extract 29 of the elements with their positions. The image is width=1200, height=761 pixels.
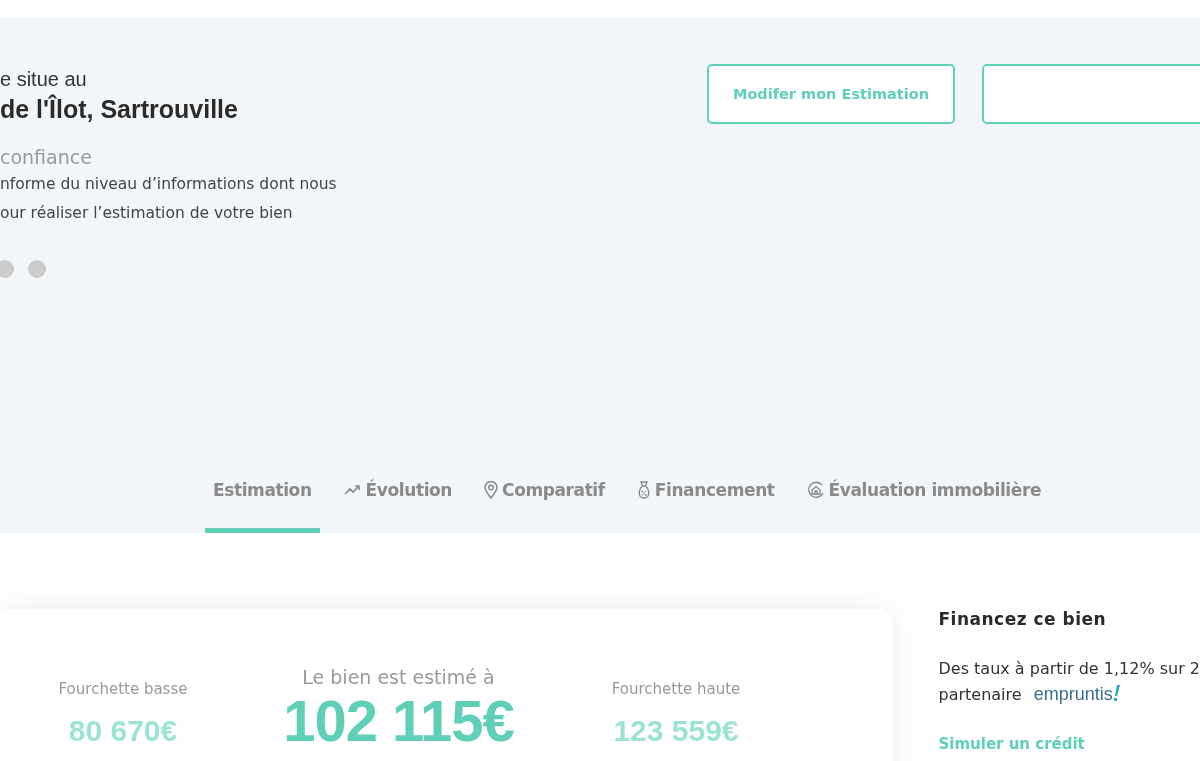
simulate-credit-link[interactable]: Simuler un crédit xyxy=(938,735,1200,753)
confidence-title: confiance xyxy=(0,146,93,168)
edit-estimate-button[interactable]: Modifer mon Estimation xyxy=(707,64,955,124)
high-range-label: Fourchette haute xyxy=(611,680,741,698)
confidence-text: nforme du niveau d’informations dont nous xyxy=(0,174,337,195)
carousel-dot[interactable] xyxy=(28,260,46,278)
low-range-value: 80 670€ xyxy=(68,714,178,748)
tab[interactable]: Évolution xyxy=(335,469,461,533)
tab[interactable]: Comparatif xyxy=(476,469,613,533)
high-range-value: 123 559€ xyxy=(613,714,739,748)
carousel-dot[interactable] xyxy=(0,260,14,278)
confidence-text: our réaliser l’estimation de votre bien xyxy=(0,203,294,224)
house-circle-icon xyxy=(806,480,825,499)
financing-title: Financez ce bien xyxy=(938,609,1108,629)
money-bag-icon xyxy=(636,480,651,499)
outline-button[interactable] xyxy=(982,64,1200,124)
address-title: de l'Îlot, Sartrouville xyxy=(0,95,239,124)
estimate-label: Le bien est estimé à xyxy=(302,666,495,688)
partner-label: partenaire xyxy=(938,685,1022,704)
map-pin-icon xyxy=(484,480,499,499)
tab[interactable]: Financement xyxy=(628,469,783,533)
low-range-label: Fourchette basse xyxy=(58,680,188,698)
intro-text: e situe au xyxy=(0,68,88,91)
trend-icon xyxy=(343,483,362,496)
rate-text: Des taux à partir de 1,12% sur 2 xyxy=(938,659,1200,678)
tab[interactable]: Estimation xyxy=(205,469,320,533)
estimate-value: 102 115€ xyxy=(283,690,514,752)
tab[interactable]: Évaluation immobilière xyxy=(798,469,1050,533)
partner-logo: empruntis xyxy=(1033,684,1121,705)
